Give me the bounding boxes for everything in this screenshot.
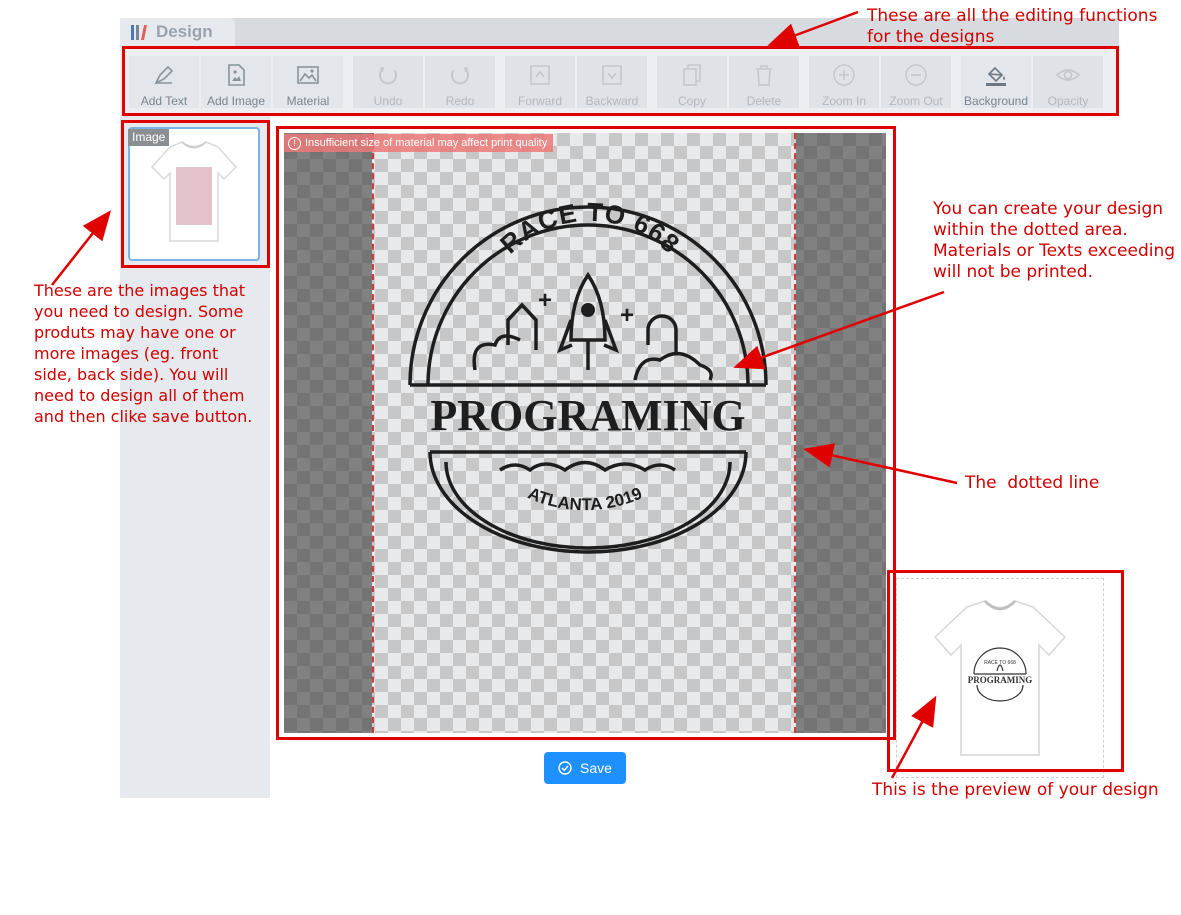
toolbar-note: These are all the editing functions for … [867,6,1158,47]
preview-note: This is the preview of your design [872,780,1159,800]
images-note: These are the images that you need to de… [34,281,253,426]
print-area-note: You can create your design within the do… [933,199,1176,282]
annotation-arrows [51,10,958,779]
dotted-line-note: The dotted line [965,473,1100,493]
